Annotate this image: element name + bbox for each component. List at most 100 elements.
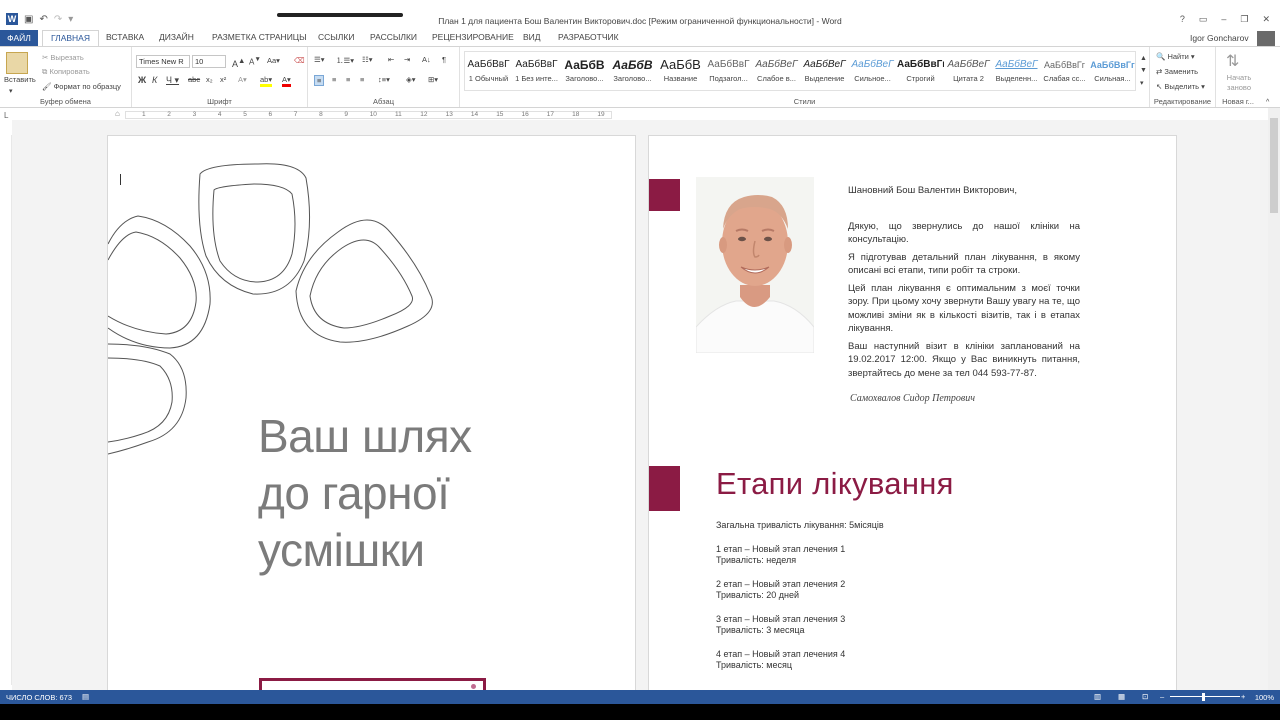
tab-references[interactable]: ССЫЛКИ: [318, 32, 354, 42]
close-icon[interactable]: ✕: [1262, 14, 1270, 25]
numbering-icon[interactable]: ⒈☰▾: [336, 55, 354, 66]
page-cover[interactable]: Ваш шлях до гарної усмішки: [107, 135, 636, 690]
style-normal[interactable]: АаБбВвГ 1 Обычный: [465, 54, 512, 83]
avatar[interactable]: [1257, 31, 1275, 47]
styles-scroll-up-icon[interactable]: ▲: [1140, 55, 1147, 62]
multilevel-list-icon[interactable]: ☷▾: [362, 55, 373, 64]
style-quote[interactable]: АаБбВеГ Цитата 2: [945, 54, 992, 83]
shading-icon[interactable]: ◈▾: [406, 75, 416, 84]
start-over-button[interactable]: Начать заново: [1224, 73, 1254, 93]
align-left-icon[interactable]: ≡: [314, 75, 325, 86]
font-size-combo[interactable]: 10: [192, 55, 226, 68]
replace-button[interactable]: ⇄ Заменить: [1156, 67, 1198, 76]
tab-layout[interactable]: РАЗМЕТКА СТРАНИЦЫ: [212, 32, 307, 42]
grow-font-icon[interactable]: A▲: [232, 56, 245, 69]
stage-duration: Тривалість: неделя: [716, 555, 797, 565]
format-painter-button[interactable]: 🖌 Формат по образцу: [42, 82, 121, 91]
italic-icon[interactable]: К: [152, 75, 157, 85]
letter-paragraph: Цей план лікування є оптимальним з моєї …: [848, 282, 1080, 335]
select-button[interactable]: ↖ Выделить ▾: [1156, 82, 1205, 91]
style-subtle-reference[interactable]: АаБбВвГг Слабая сс...: [1041, 54, 1088, 83]
justify-icon[interactable]: ≡: [360, 75, 364, 84]
style-intense-quote[interactable]: АаБбВеГ Выделенн...: [993, 54, 1040, 83]
style-intense-reference[interactable]: АаБбВвГг Сильная...: [1089, 54, 1136, 83]
doctor-photo: [696, 177, 814, 353]
style-intense-emphasis[interactable]: АаБбВеГ Сильное...: [849, 54, 896, 83]
tab-insert[interactable]: ВСТАВКА: [106, 32, 144, 42]
web-layout-icon[interactable]: ⊡: [1142, 692, 1148, 701]
sort-icon[interactable]: A↓: [422, 55, 431, 64]
document-canvas[interactable]: Ваш шлях до гарної усмішки Шановний Бош …: [12, 120, 1268, 690]
vertical-scrollbar[interactable]: [1268, 108, 1280, 690]
align-center-icon[interactable]: ≡: [332, 75, 336, 84]
read-mode-icon[interactable]: ▥: [1094, 692, 1101, 701]
style-title[interactable]: АаБбВ Название: [657, 54, 704, 83]
font-color-icon[interactable]: A▾: [282, 75, 291, 87]
style-no-spacing[interactable]: АаБбВвГ 1 Без инте...: [513, 54, 560, 83]
bold-icon[interactable]: Ж: [138, 75, 146, 85]
page-letter[interactable]: Шановний Бош Валентин Викторович, Дякую,…: [648, 135, 1177, 690]
horizontal-ruler[interactable]: 1 2 3 4 5 6 7 8 9 10 11 12 13 14 15 16 17 18 19 ⌂: [107, 109, 637, 120]
print-layout-icon[interactable]: ▦: [1118, 692, 1125, 701]
paste-button[interactable]: Вставить: [4, 75, 36, 84]
style-subtitle[interactable]: АаБбВвГ Подзагол...: [705, 54, 752, 83]
superscript-icon[interactable]: x²: [220, 75, 226, 84]
style-subtle-emphasis[interactable]: АаБбВеГ Слабое в...: [753, 54, 800, 83]
help-icon[interactable]: ?: [1180, 14, 1185, 25]
font-name-combo[interactable]: Times New R: [136, 55, 190, 68]
show-marks-icon[interactable]: ¶: [442, 55, 446, 64]
bullets-icon[interactable]: ☰▾: [314, 55, 325, 64]
tab-mailings[interactable]: РАССЫЛКИ: [370, 32, 417, 42]
highlight-icon[interactable]: ab▾: [260, 75, 273, 87]
zoom-slider[interactable]: [1170, 696, 1240, 697]
cut-button[interactable]: ✂ Вырезать: [42, 53, 84, 62]
ribbon-display-icon[interactable]: ▭: [1199, 14, 1208, 25]
text-effects-icon[interactable]: A▾: [238, 75, 247, 84]
tab-review[interactable]: РЕЦЕНЗИРОВАНИЕ: [432, 32, 514, 42]
borders-icon[interactable]: ⊞▾: [428, 75, 438, 84]
copy-button[interactable]: ⧉ Копировать: [42, 67, 90, 77]
zoom-out-icon[interactable]: –: [1160, 692, 1164, 701]
style-heading-2[interactable]: АаБбВ Заголово...: [609, 54, 656, 83]
user-name[interactable]: Igor Goncharov: [1190, 33, 1249, 43]
scrollbar-thumb[interactable]: [1270, 118, 1278, 213]
increase-indent-icon[interactable]: ⇥: [404, 55, 410, 64]
paste-icon[interactable]: [6, 52, 28, 74]
vertical-ruler[interactable]: [2, 135, 12, 685]
minimize-icon[interactable]: –: [1221, 14, 1226, 25]
ruler-tick-label: 14: [470, 111, 479, 118]
zoom-level[interactable]: 100%: [1255, 693, 1274, 702]
subscript-icon[interactable]: x₂: [206, 75, 213, 84]
tab-selector-icon[interactable]: L: [4, 111, 8, 120]
collapse-ribbon-icon[interactable]: ^: [1266, 99, 1269, 106]
decrease-indent-icon[interactable]: ⇤: [388, 55, 394, 64]
underline-icon[interactable]: Ч ▾: [166, 75, 179, 86]
format-painter-label: Формат по образцу: [53, 82, 121, 91]
line-spacing-icon[interactable]: ↕≡▾: [378, 75, 390, 84]
style-strong[interactable]: АаБбВвГг Строгий: [897, 54, 944, 83]
change-case-icon[interactable]: Aa▾: [267, 56, 280, 65]
style-heading-1[interactable]: АаБбВ Заголово...: [561, 54, 608, 83]
shrink-font-icon[interactable]: A▼: [249, 56, 261, 67]
tab-design[interactable]: ДИЗАЙН: [159, 32, 194, 42]
proofing-icon[interactable]: ▤: [82, 692, 89, 701]
restore-icon[interactable]: ❐: [1240, 14, 1248, 25]
indent-marker-icon[interactable]: ⌂: [115, 109, 120, 118]
tab-view[interactable]: ВИД: [523, 32, 541, 42]
word-count[interactable]: ЧИСЛО СЛОВ: 673: [6, 693, 72, 702]
ruler-active-area: [125, 111, 612, 119]
style-emphasis[interactable]: АаБбВеГ Выделение: [801, 54, 848, 83]
paste-dropdown-icon[interactable]: ▾: [9, 87, 13, 95]
tab-home[interactable]: ГЛАВНАЯ: [42, 30, 99, 47]
start-over-icon[interactable]: ⇅: [1226, 51, 1239, 71]
find-button[interactable]: 🔍 Найти ▾: [1156, 52, 1195, 61]
styles-more-icon[interactable]: ▾: [1140, 79, 1144, 87]
tab-developer[interactable]: РАЗРАБОТЧИК: [558, 32, 619, 42]
strikethrough-icon[interactable]: abc: [188, 75, 200, 84]
tab-file[interactable]: ФАЙЛ: [0, 30, 38, 46]
zoom-in-icon[interactable]: +: [1241, 692, 1245, 701]
zoom-slider-knob[interactable]: [1202, 693, 1205, 701]
clear-format-icon[interactable]: ⌫: [294, 56, 305, 65]
align-right-icon[interactable]: ≡: [346, 75, 350, 84]
styles-scroll-down-icon[interactable]: ▼: [1140, 67, 1147, 74]
